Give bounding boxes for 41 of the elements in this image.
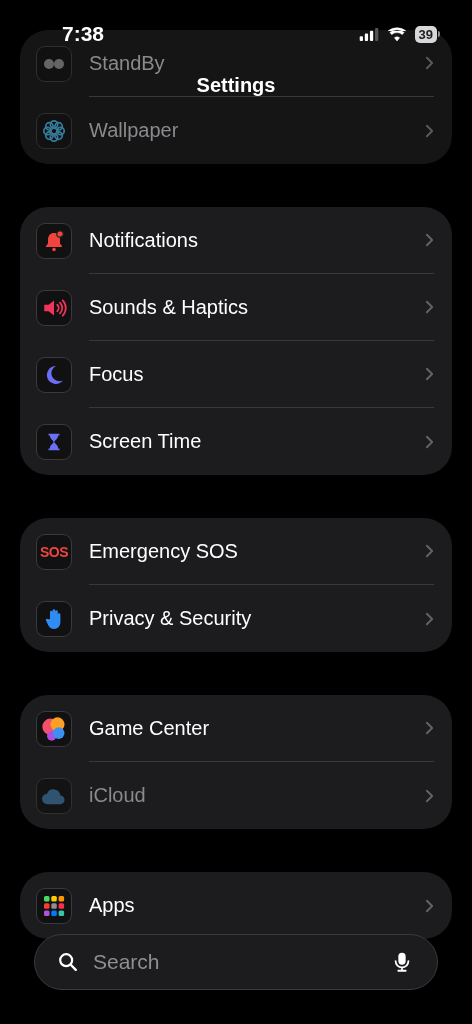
bell-icon bbox=[36, 222, 72, 259]
chevron-icon bbox=[425, 898, 434, 913]
wifi-icon bbox=[386, 26, 407, 42]
search-field[interactable]: Search bbox=[34, 934, 438, 990]
chevron-icon bbox=[425, 434, 434, 449]
chevron-icon bbox=[425, 56, 434, 70]
moon-icon bbox=[36, 356, 72, 393]
standby-icon bbox=[36, 45, 72, 82]
row-label[interactable]: Game Center bbox=[89, 716, 210, 740]
row-label[interactable]: StandBy bbox=[89, 51, 165, 75]
row-label[interactable]: iCloud bbox=[89, 784, 146, 807]
search-icon bbox=[57, 951, 79, 973]
signal-icon bbox=[358, 27, 379, 41]
page-title: Settings bbox=[195, 74, 277, 97]
chevron-icon bbox=[425, 233, 434, 247]
row-label[interactable]: Screen Time bbox=[89, 430, 202, 453]
chevron-icon bbox=[425, 300, 434, 314]
chevron-icon bbox=[425, 788, 434, 803]
chevron-icon bbox=[425, 611, 434, 626]
speaker-icon bbox=[36, 289, 72, 326]
row-label[interactable]: Apps bbox=[89, 894, 135, 917]
grid-icon bbox=[36, 887, 72, 924]
chevron-icon bbox=[425, 544, 434, 558]
bubbles-icon bbox=[36, 710, 72, 747]
row-label[interactable]: Emergency SOS bbox=[89, 539, 238, 563]
hourglass-icon bbox=[36, 423, 72, 460]
row-label[interactable]: Sounds & Haptics bbox=[89, 295, 248, 319]
row-label[interactable]: Notifications bbox=[89, 228, 198, 252]
row-label[interactable]: Wallpaper bbox=[89, 119, 179, 142]
battery-indicator: 39 bbox=[414, 25, 440, 43]
status-time: 7:38 bbox=[62, 22, 105, 46]
row-label[interactable]: Privacy & Security bbox=[89, 607, 252, 630]
hand-icon bbox=[36, 600, 72, 637]
row-label[interactable]: Focus bbox=[89, 362, 144, 386]
cloud-icon bbox=[36, 777, 72, 814]
search-input[interactable]: Search bbox=[91, 949, 379, 975]
chevron-icon bbox=[425, 367, 434, 381]
chevron-icon bbox=[425, 123, 434, 138]
sos-icon: SOS bbox=[36, 533, 72, 570]
chevron-icon bbox=[425, 721, 434, 735]
wallpaper-icon bbox=[36, 112, 72, 149]
